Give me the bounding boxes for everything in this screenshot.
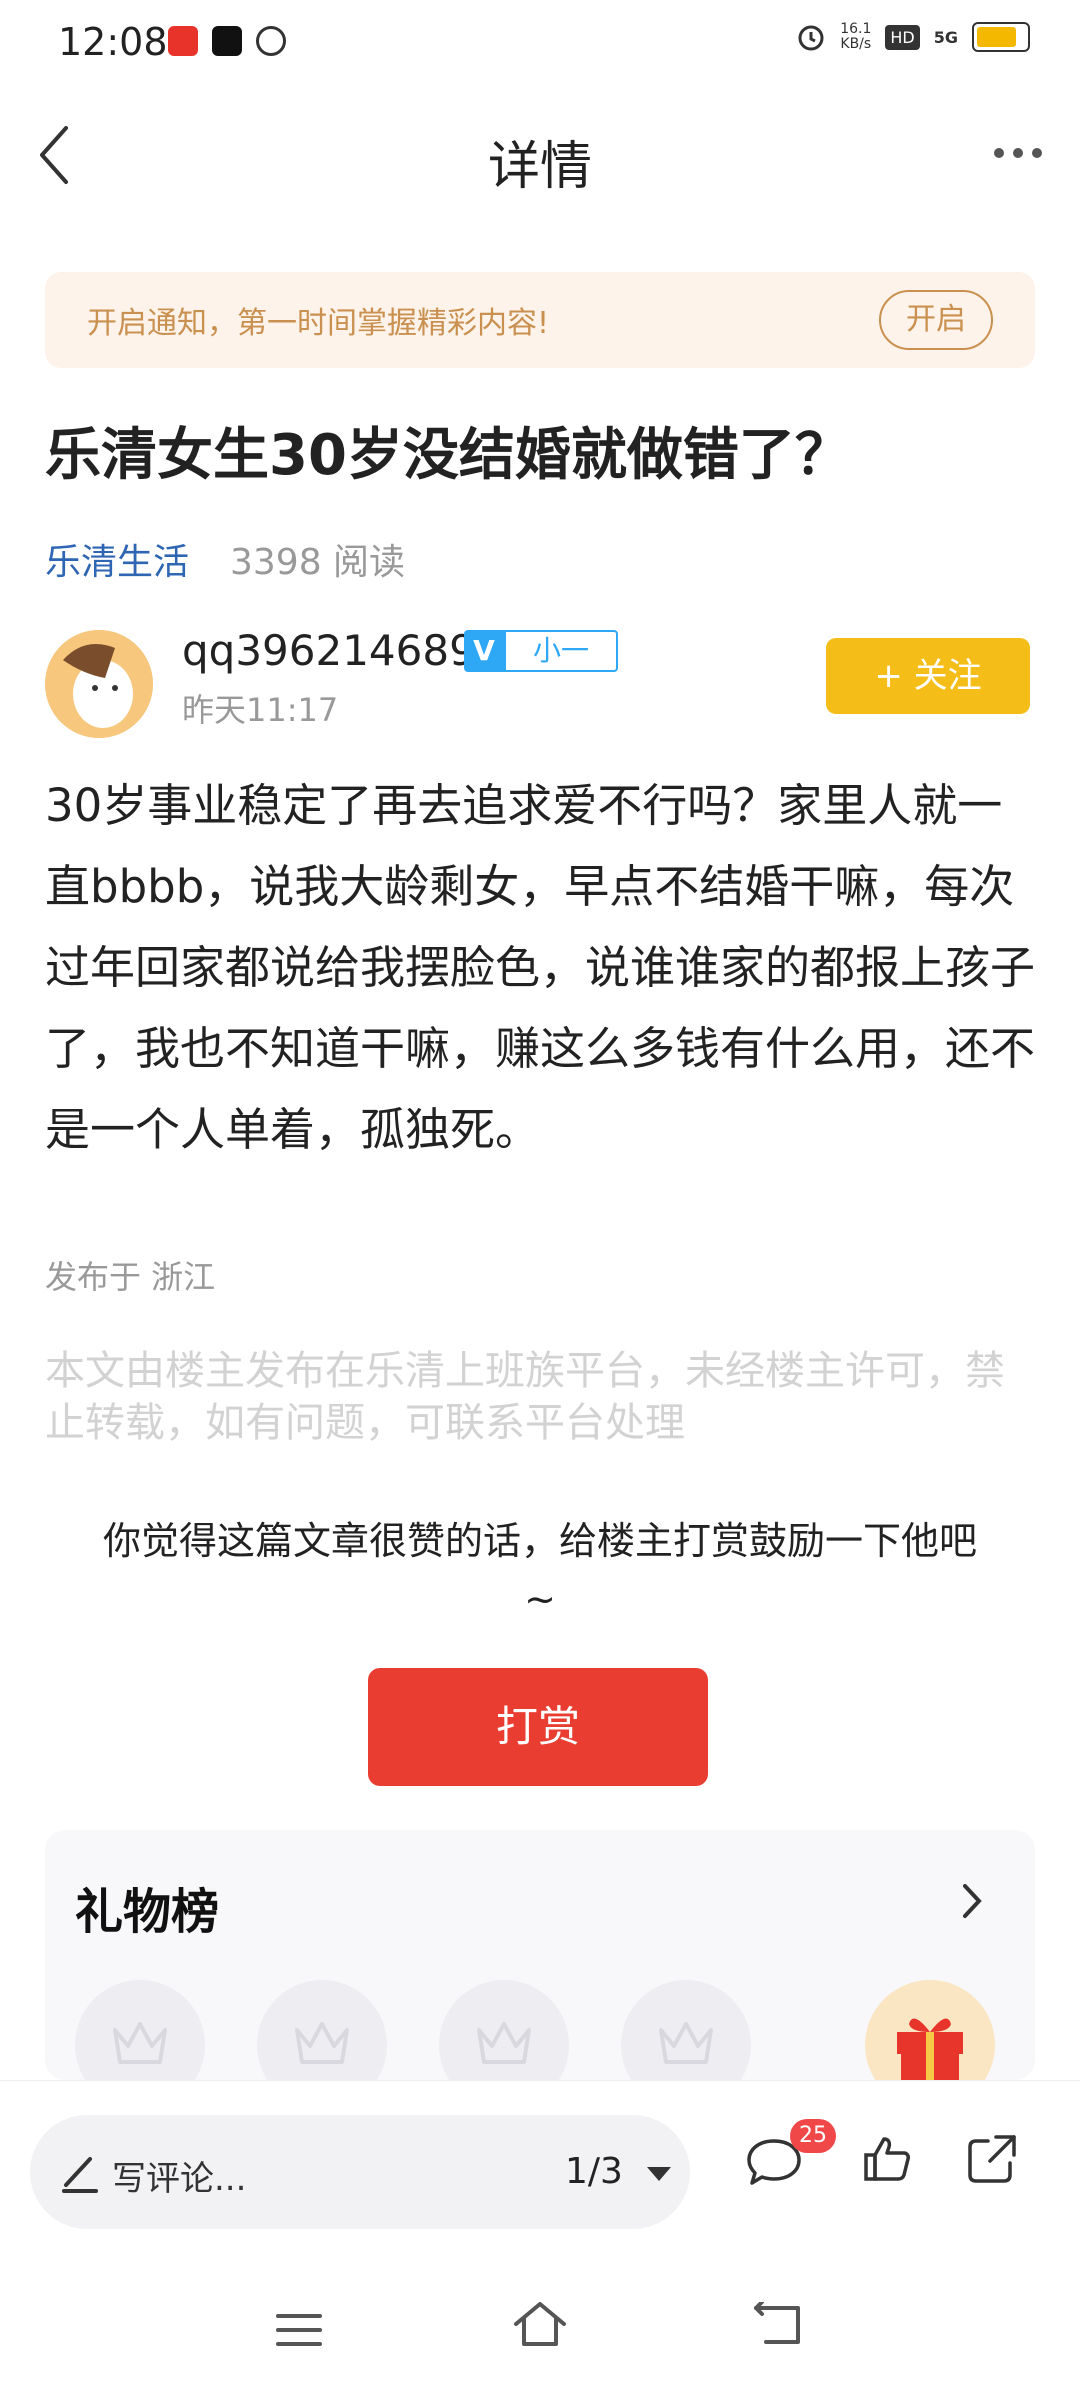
crown-icon: [659, 2022, 713, 2064]
share-icon[interactable]: [966, 2133, 1018, 2185]
reward-prompt: 你觉得这篇文章很赞的话，给楼主打赏鼓励一下他吧~: [102, 1519, 977, 1621]
gift-rank-slot: [439, 1980, 569, 2080]
home-icon[interactable]: [512, 2298, 568, 2350]
avatar[interactable]: [45, 630, 153, 738]
caret-down-icon[interactable]: [647, 2167, 671, 2181]
post-location: 发布于 浙江: [45, 1258, 216, 1296]
copyright-notice: 本文由楼主发布在乐清上班族平台，未经楼主许可，禁止转载，如有问题，可联系平台处理: [45, 1348, 1005, 1446]
status-time: 12:08: [58, 20, 168, 64]
page-title: 详情: [487, 137, 592, 197]
reward-button[interactable]: 打赏: [368, 1668, 708, 1786]
gift-board[interactable]: 礼物榜: [45, 1830, 1035, 2080]
like-icon[interactable]: [862, 2133, 912, 2183]
send-gift-button[interactable]: [865, 1980, 995, 2080]
comment-input[interactable]: 写评论... 1/3: [30, 2115, 690, 2229]
enable-notify-button[interactable]: 开启: [879, 290, 993, 350]
follow-button[interactable]: + 关注: [826, 638, 1030, 714]
channel-link[interactable]: 乐清生活: [45, 533, 189, 585]
back-nav-icon[interactable]: [752, 2302, 804, 2348]
more-icon[interactable]: [994, 148, 1042, 158]
page-indicator[interactable]: 1/3: [565, 2151, 623, 2192]
gift-rank-slot: [75, 1980, 205, 2080]
comment-placeholder: 写评论...: [112, 2159, 247, 2199]
notify-text: 开启通知，第一时间掌握精彩内容!: [87, 306, 550, 341]
crown-icon: [113, 2022, 167, 2064]
verified-badge: V: [464, 630, 504, 672]
comment-count-badge: 25: [790, 2119, 836, 2153]
crown-icon: [295, 2022, 349, 2064]
gift-rank-slot: [621, 1980, 751, 2080]
post-time: 昨天11:17: [182, 691, 339, 729]
read-count: 3398 阅读: [230, 542, 406, 583]
gift-board-title: 礼物榜: [75, 1884, 220, 1940]
crown-icon: [477, 2022, 531, 2064]
chevron-right-icon[interactable]: [957, 1878, 987, 1924]
article-title: 乐清女生30岁没结婚就做错了？: [45, 423, 851, 488]
tiktok-icon: [212, 26, 242, 56]
signal-icon: 5G: [933, 27, 958, 47]
app-notification-icon: [256, 26, 286, 56]
hd-icon: HD: [885, 24, 920, 50]
gift-icon: [897, 2018, 963, 2080]
bottom-action-bar: 写评论... 1/3 25: [0, 2080, 1080, 2251]
net-speed: 16.1 KB/s: [840, 21, 872, 52]
menu-icon[interactable]: [274, 2310, 324, 2350]
notify-banner: 开启通知，第一时间掌握精彩内容! 开启: [45, 272, 1035, 368]
author-name[interactable]: qq396214689: [182, 626, 476, 675]
gift-rank-slot: [257, 1980, 387, 2080]
level-badge: 小一: [504, 630, 618, 672]
avatar-image: [45, 630, 153, 738]
article-body: 30岁事业稳定了再去追求爱不行吗？家里人就一直bbbb，说我大龄剩女，早点不结婚…: [45, 779, 1036, 1156]
alarm-icon: [798, 25, 824, 51]
pen-icon: [62, 2157, 98, 2193]
battery-icon: [972, 22, 1030, 52]
app-notification-icon: [168, 26, 198, 56]
status-right: 16.1 KB/s HD 5G: [796, 22, 1030, 52]
